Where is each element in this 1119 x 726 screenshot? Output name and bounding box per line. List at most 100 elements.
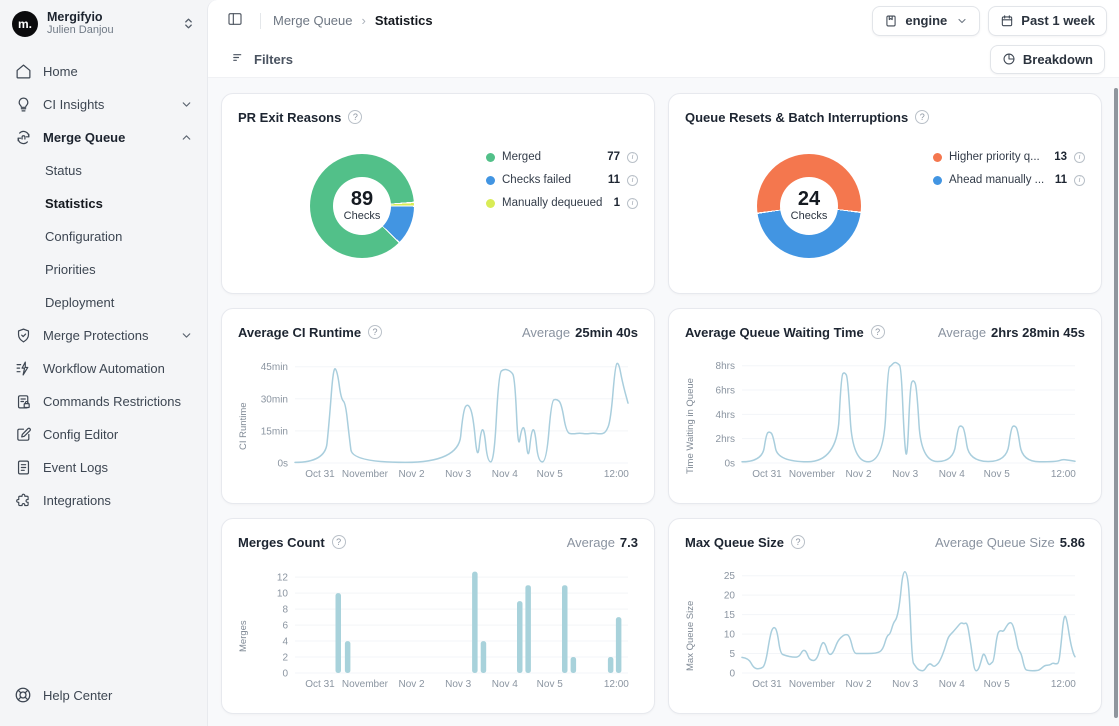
info-icon[interactable]: i [627,175,638,186]
card-title: Average Queue Waiting Time [685,325,864,340]
queue-select-label: engine [905,13,947,28]
card-title: Queue Resets & Batch Interruptions [685,110,908,125]
svg-text:2: 2 [282,653,288,664]
breadcrumb-merge-queue[interactable]: Merge Queue [273,13,353,28]
svg-text:Nov 4: Nov 4 [492,469,519,480]
date-range-label: Past 1 week [1021,13,1095,28]
chevron-down-icon [180,329,193,342]
org-switcher[interactable]: m. Mergifyio Julien Danjou [0,0,207,47]
average-label: Average [522,325,570,340]
legend-item[interactable]: Manually dequeued1i [486,195,638,211]
y-axis-label: Merges [238,558,251,700]
svg-text:0: 0 [729,669,735,680]
sidebar-item-configuration[interactable]: Configuration [6,222,201,251]
svg-text:Nov 5: Nov 5 [537,469,564,480]
chart-canvas[interactable]: 0s2hrs4hrs6hrs8hrsOct 31NovemberNov 2Nov… [698,348,1085,480]
legend-item[interactable]: Checks failed11i [486,172,638,188]
help-icon[interactable]: ? [332,535,346,549]
legend-label: Merged [502,151,600,163]
sidebar-item-statistics[interactable]: Statistics [6,189,201,218]
sidebar-item-deployment[interactable]: Deployment [6,288,201,317]
sidebar-item-priorities[interactable]: Priorities [6,255,201,284]
sidebar-nav: Home CI Insights Merge Queue Status Stat… [0,47,207,515]
info-icon[interactable]: i [627,198,638,209]
svg-text:12: 12 [277,573,289,584]
chart-canvas[interactable]: 0510152025Oct 31NovemberNov 2Nov 3Nov 4N… [698,558,1085,690]
sidebar-item-integrations[interactable]: Integrations [6,486,201,515]
chart-canvas[interactable]: 0s15min30min45minOct 31NovemberNov 2Nov … [251,348,638,480]
svg-text:12:00: 12:00 [1051,679,1076,690]
sidebar-item-event-logs[interactable]: Event Logs [6,453,201,482]
vertical-scrollbar[interactable] [1114,88,1118,718]
calendar-icon [1000,14,1014,28]
info-icon[interactable]: i [1074,175,1085,186]
card-title: Max Queue Size [685,535,784,550]
help-icon[interactable]: ? [348,110,362,124]
queue-icon [884,14,898,28]
lightbulb-icon [14,96,32,113]
help-icon[interactable]: ? [368,325,382,339]
sidebar-item-workflow-automation[interactable]: Workflow Automation [6,354,201,383]
legend-item[interactable]: Higher priority q...13i [933,149,1085,165]
chevron-down-icon [180,98,193,111]
svg-text:8: 8 [282,605,288,616]
svg-text:2hrs: 2hrs [716,434,735,445]
queue-resets-donut[interactable]: 24 Checks [757,154,861,258]
legend-value: 1 [614,197,620,209]
filters-button[interactable]: Filters [222,45,302,73]
sidebar-item-merge-protections[interactable]: Merge Protections [6,321,201,350]
svg-text:November: November [342,679,389,690]
max-queue-size-chart[interactable]: 0510152025Oct 31NovemberNov 2Nov 3Nov 4N… [698,558,1085,690]
sidebar-item-home[interactable]: Home [6,57,201,86]
legend-value: 11 [1055,174,1067,186]
sidebar-toggle-button[interactable] [222,8,248,34]
donut-center-label: Checks [791,210,828,222]
sidebar-item-commands-restrictions[interactable]: Commands Restrictions [6,387,201,416]
sidebar-item-config-editor[interactable]: Config Editor [6,420,201,449]
sidebar-item-status[interactable]: Status [6,156,201,185]
svg-text:November: November [342,469,389,480]
svg-text:12:00: 12:00 [604,679,629,690]
sidebar-item-merge-queue[interactable]: Merge Queue [6,123,201,152]
legend-item[interactable]: Ahead manually ...11i [933,172,1085,188]
pr-exit-reasons-donut[interactable]: 89 Checks [310,154,414,258]
queue-select-button[interactable]: engine [872,6,980,36]
card-title: Merges Count [238,535,325,550]
info-icon[interactable]: i [1074,152,1085,163]
help-icon[interactable]: ? [915,110,929,124]
legend: Higher priority q...13iAhead manually ..… [933,127,1085,280]
ci-runtime-chart[interactable]: 0s15min30min45minOct 31NovemberNov 2Nov … [251,348,638,480]
svg-text:Nov 4: Nov 4 [492,679,519,690]
donut-center-label: Checks [344,210,381,222]
legend-color-dot [933,153,942,162]
svg-text:Nov 5: Nov 5 [984,469,1011,480]
chevron-down-icon [956,15,968,27]
help-center-link[interactable]: Help Center [14,686,112,704]
card-merges-count: Merges Count ? Average 7.3 Merges 024681… [221,518,655,714]
svg-text:5: 5 [729,649,735,660]
legend-value: 77 [607,151,620,163]
help-icon[interactable]: ? [871,325,885,339]
svg-text:12:00: 12:00 [604,469,629,480]
help-center-label: Help Center [43,688,112,703]
info-icon[interactable]: i [627,152,638,163]
sidebar-item-ci-insights[interactable]: CI Insights [6,90,201,119]
date-range-button[interactable]: Past 1 week [988,6,1107,36]
chart-canvas[interactable]: 024681012Oct 31NovemberNov 2Nov 3Nov 4No… [251,558,638,690]
breadcrumb: Merge Queue › Statistics [273,13,433,28]
svg-text:15: 15 [724,610,736,621]
filters-label: Filters [254,52,293,67]
queue-waiting-chart[interactable]: 0s2hrs4hrs6hrs8hrsOct 31NovemberNov 2Nov… [698,348,1085,480]
org-name: Mergifyio [47,10,173,24]
svg-text:15min: 15min [261,426,288,437]
donut-center-value: 24 [798,189,820,210]
pen-square-icon [14,426,32,443]
help-icon[interactable]: ? [791,535,805,549]
merges-count-chart[interactable]: 024681012Oct 31NovemberNov 2Nov 3Nov 4No… [251,558,638,690]
legend-item[interactable]: Merged 77 i [486,149,638,165]
svg-text:30min: 30min [261,394,288,405]
svg-text:November: November [789,679,836,690]
svg-text:0: 0 [282,669,288,680]
breakdown-button[interactable]: Breakdown [990,45,1105,74]
merge-queue-icon [14,129,32,146]
